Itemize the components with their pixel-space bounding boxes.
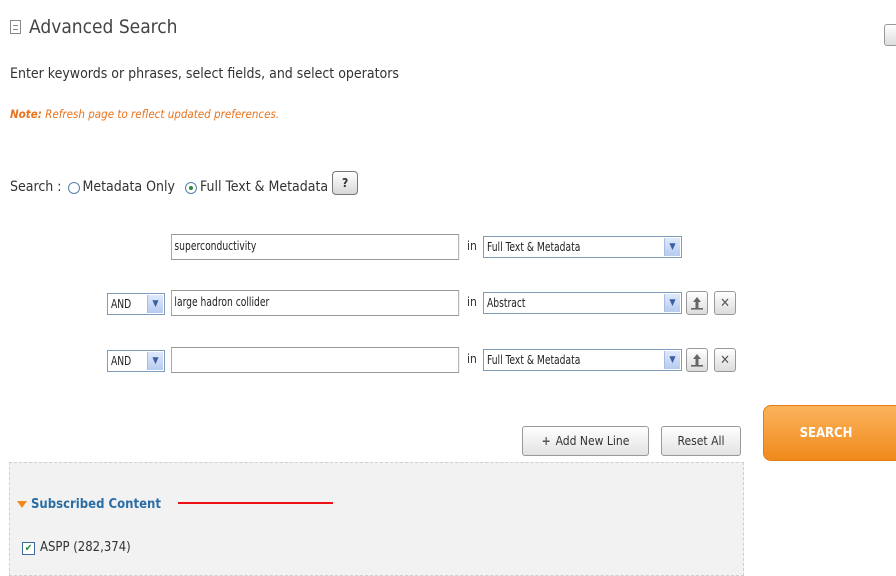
remove-line-button-2[interactable]: ✕ bbox=[714, 291, 736, 315]
subscribed-content-panel bbox=[9, 462, 744, 576]
help-button[interactable]: ? bbox=[332, 171, 359, 195]
chevron-down-icon: ▼ bbox=[147, 352, 163, 370]
reset-all-button[interactable]: Reset All bbox=[661, 426, 741, 456]
search-term-input-1[interactable]: superconductivity bbox=[171, 234, 459, 260]
metadata-only-label[interactable]: Metadata Only bbox=[83, 179, 176, 195]
aspp-label: ASPP (282,374) bbox=[40, 540, 131, 555]
document-icon bbox=[10, 20, 21, 34]
chevron-down-icon: ▼ bbox=[664, 238, 680, 256]
page-title: Advanced Search bbox=[10, 16, 178, 38]
operator-select-3-value: AND bbox=[111, 354, 132, 368]
field-select-2-value: Abstract bbox=[487, 296, 526, 310]
move-up-icon bbox=[691, 354, 703, 367]
note-label: Note: bbox=[10, 107, 42, 121]
search-button-label: SEARCH bbox=[799, 425, 853, 441]
operator-select-2[interactable]: AND ▼ bbox=[107, 293, 165, 315]
reset-all-label: Reset All bbox=[677, 434, 725, 448]
chevron-down-icon: ▼ bbox=[664, 351, 680, 369]
page-title-text: Advanced Search bbox=[29, 16, 178, 38]
checkmark-icon: ✔ bbox=[24, 543, 33, 554]
search-term-input-2[interactable]: large hadron collider bbox=[171, 290, 459, 316]
aspp-checkbox[interactable]: ✔ bbox=[22, 542, 35, 555]
operator-select-2-value: AND bbox=[111, 297, 132, 311]
add-new-line-label: Add New Line bbox=[555, 434, 630, 448]
add-line-icon: + bbox=[541, 434, 551, 448]
search-button[interactable]: SEARCH bbox=[763, 405, 896, 461]
chevron-down-icon: ▼ bbox=[147, 295, 163, 313]
full-text-metadata-radio[interactable] bbox=[185, 182, 197, 194]
in-label-2: in bbox=[467, 295, 477, 309]
search-mode-selector: Search : Metadata Only Full Text & Metad… bbox=[10, 171, 359, 199]
in-label-3: in bbox=[467, 352, 477, 366]
metadata-only-radio[interactable] bbox=[67, 182, 80, 194]
preferences-note: Note: Refresh page to reflect updated pr… bbox=[10, 107, 279, 121]
search-term-input-3[interactable] bbox=[171, 347, 459, 373]
subscribed-content-title: Subscribed Content bbox=[31, 497, 161, 512]
note-text: Refresh page to reflect updated preferen… bbox=[45, 107, 280, 121]
annotation-underline bbox=[178, 502, 333, 504]
corner-button[interactable] bbox=[884, 24, 896, 46]
remove-icon: ✕ bbox=[720, 352, 730, 368]
move-up-icon bbox=[691, 297, 703, 310]
add-new-line-button[interactable]: + Add New Line bbox=[522, 426, 649, 456]
search-mode-label: Search : bbox=[10, 179, 62, 195]
field-select-2[interactable]: Abstract ▼ bbox=[483, 292, 682, 314]
move-up-button-3[interactable] bbox=[686, 348, 708, 372]
full-text-metadata-label[interactable]: Full Text & Metadata bbox=[200, 179, 328, 195]
field-select-3[interactable]: Full Text & Metadata ▼ bbox=[483, 349, 682, 371]
chevron-down-icon: ▼ bbox=[664, 294, 680, 312]
operator-select-3[interactable]: AND ▼ bbox=[107, 350, 165, 372]
instructions: Enter keywords or phrases, select fields… bbox=[10, 66, 399, 82]
remove-icon: ✕ bbox=[720, 295, 730, 311]
field-select-3-value: Full Text & Metadata bbox=[487, 353, 581, 367]
field-select-1[interactable]: Full Text & Metadata ▼ bbox=[483, 236, 682, 258]
in-label-1: in bbox=[467, 239, 477, 253]
remove-line-button-3[interactable]: ✕ bbox=[714, 348, 736, 372]
subscribed-content-toggle[interactable]: Subscribed Content bbox=[17, 497, 161, 512]
move-up-button-2[interactable] bbox=[686, 291, 708, 315]
expand-triangle-icon bbox=[17, 501, 27, 508]
field-select-1-value: Full Text & Metadata bbox=[487, 240, 581, 254]
